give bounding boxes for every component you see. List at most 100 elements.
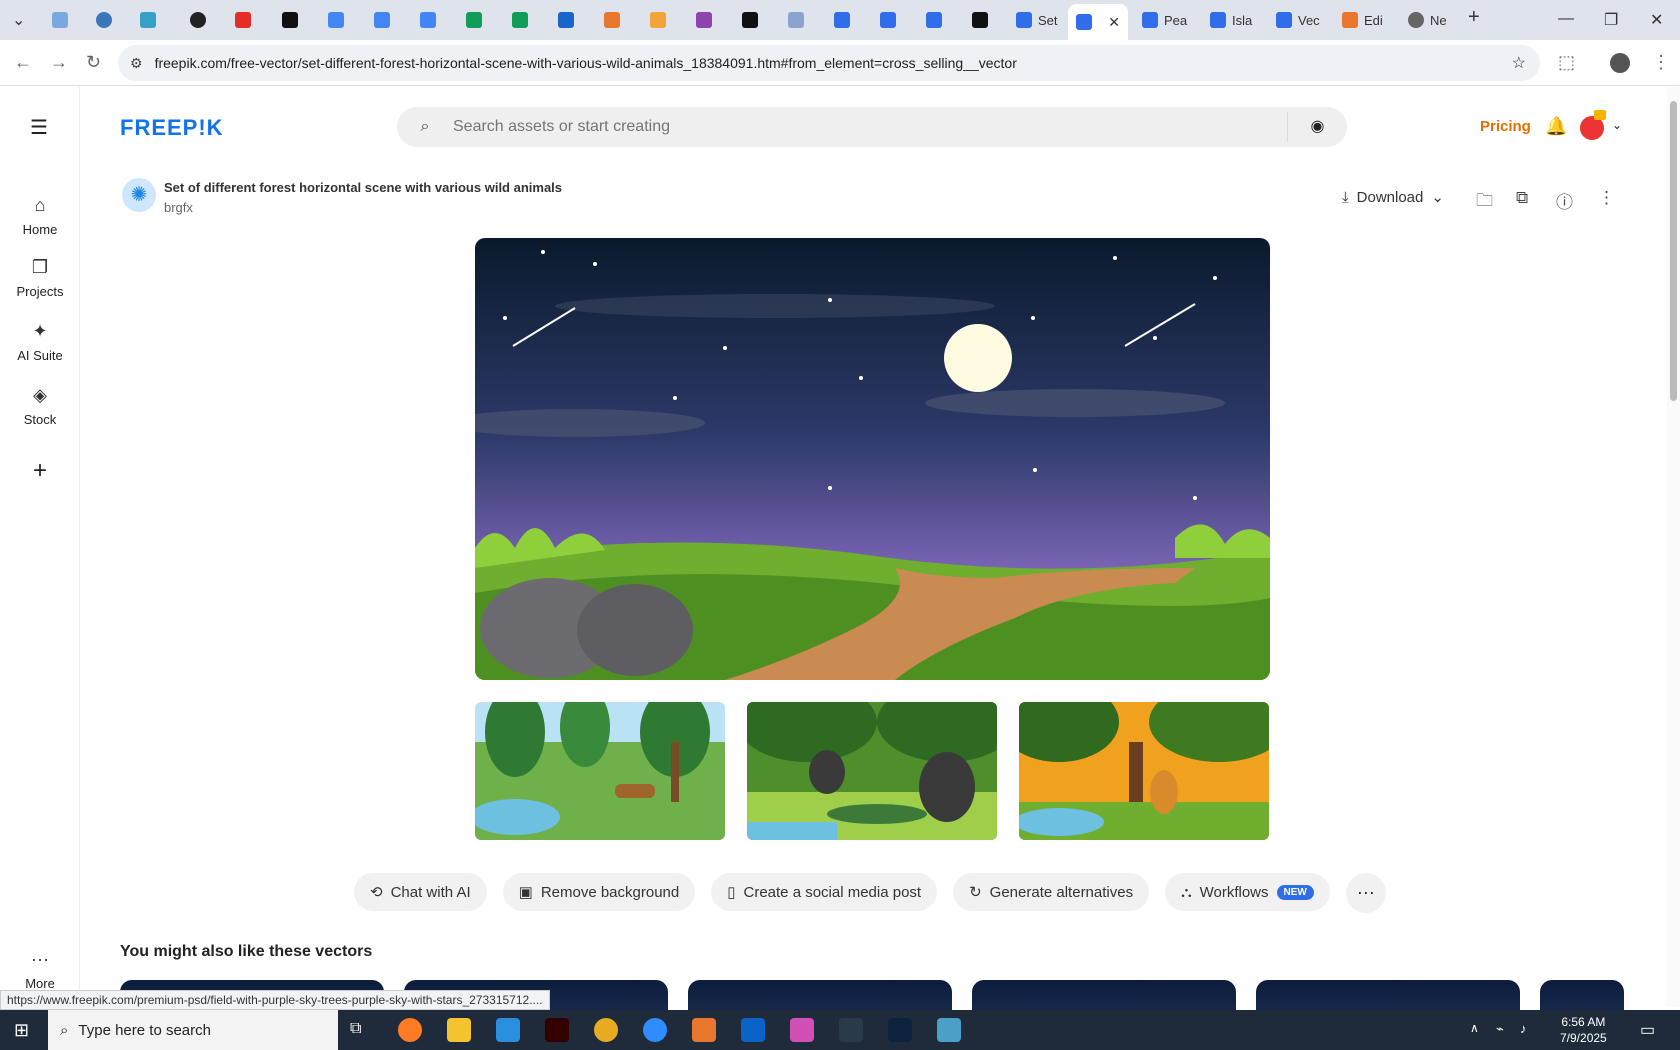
site-info-icon[interactable]: ⚙ bbox=[130, 55, 143, 72]
tab-ne[interactable]: Ne bbox=[1400, 6, 1455, 34]
tab-favicon[interactable] bbox=[696, 12, 712, 28]
tab-pea[interactable]: Pea bbox=[1134, 6, 1195, 34]
tab-favicon[interactable] bbox=[558, 12, 574, 28]
notification-bell-icon[interactable]: 🔔 bbox=[1545, 116, 1567, 137]
tray-chevron-icon[interactable]: ∧ bbox=[1470, 1021, 1479, 1035]
social-media-post-button[interactable]: ▯ Create a social media post bbox=[711, 873, 938, 911]
generate-alternatives-button[interactable]: ↻ Generate alternatives bbox=[953, 873, 1150, 911]
more-actions-button[interactable]: ··· bbox=[1345, 873, 1386, 913]
download-button[interactable]: ⤓ Download ⌄ bbox=[1342, 188, 1444, 207]
tab-favicon[interactable] bbox=[96, 12, 112, 28]
app-icon[interactable] bbox=[937, 1018, 961, 1042]
workflows-button[interactable]: ⛬ Workflows NEW bbox=[1165, 873, 1330, 911]
tab-favicon[interactable] bbox=[880, 12, 896, 28]
add-button[interactable]: + bbox=[0, 457, 80, 485]
url-field[interactable]: ⚙ freepik.com/free-vector/set-different-… bbox=[118, 45, 1540, 81]
extensions-icon[interactable]: ⬚ bbox=[1558, 52, 1575, 73]
tab-favicon[interactable] bbox=[926, 12, 942, 28]
related-vector-card[interactable] bbox=[688, 980, 952, 1010]
docs-icon[interactable] bbox=[374, 12, 390, 28]
camera-search-icon[interactable]: ◉ bbox=[1287, 112, 1347, 142]
youtube-icon[interactable] bbox=[235, 12, 251, 28]
tab-isla[interactable]: Isla bbox=[1202, 6, 1260, 34]
windows-start-icon[interactable]: ⊞ bbox=[14, 1020, 29, 1041]
volume-icon[interactable]: ♪ bbox=[1520, 1021, 1527, 1036]
pricing-link[interactable]: Pricing bbox=[1480, 118, 1531, 135]
reload-icon[interactable]: ↻ bbox=[86, 52, 101, 73]
chat-with-ai-button[interactable]: ⟲ Chat with AI bbox=[354, 873, 487, 911]
nav-item-more[interactable]: ··· More bbox=[0, 949, 80, 991]
info-icon[interactable]: ⓘ bbox=[1556, 188, 1573, 213]
tab-favicon[interactable] bbox=[788, 12, 804, 28]
illustrator-icon[interactable] bbox=[545, 1018, 569, 1042]
thumbnail-sunset-forest[interactable] bbox=[1019, 702, 1269, 840]
vscode-icon[interactable] bbox=[496, 1018, 520, 1042]
sheets-icon[interactable] bbox=[466, 12, 482, 28]
photoshop-icon[interactable] bbox=[888, 1018, 912, 1042]
bookmark-star-icon[interactable]: ☆ bbox=[1512, 53, 1526, 73]
thumbnail-jungle-animals[interactable] bbox=[747, 702, 997, 840]
file-explorer-icon[interactable] bbox=[447, 1018, 471, 1042]
tab-favicon[interactable] bbox=[834, 12, 850, 28]
firefox-icon[interactable] bbox=[398, 1018, 422, 1042]
zoom-icon[interactable] bbox=[643, 1018, 667, 1042]
related-vector-card[interactable] bbox=[972, 980, 1236, 1010]
close-window-icon[interactable]: ✕ bbox=[1650, 10, 1663, 30]
nav-item-projects[interactable]: ❐ Projects bbox=[0, 257, 80, 299]
search-input[interactable] bbox=[453, 118, 1273, 136]
tab-favicon[interactable] bbox=[650, 12, 666, 28]
tab-favicon[interactable] bbox=[972, 12, 988, 28]
scrollbar-thumb[interactable] bbox=[1670, 101, 1677, 401]
tab-favicon[interactable] bbox=[742, 12, 758, 28]
sheets-icon[interactable] bbox=[512, 12, 528, 28]
jungle-animals-illustration bbox=[747, 702, 997, 840]
profile-icon[interactable] bbox=[1610, 53, 1630, 73]
browser-menu-icon[interactable]: ⋮ bbox=[1652, 52, 1670, 73]
remove-background-button[interactable]: ▣ Remove background bbox=[502, 873, 696, 911]
tab-favicon[interactable] bbox=[140, 12, 156, 28]
taskbar-search[interactable]: ⌕ Type here to search bbox=[48, 1010, 338, 1050]
network-icon[interactable]: ⌁ bbox=[1496, 1021, 1504, 1037]
tab-favicon[interactable] bbox=[604, 12, 620, 28]
main-preview-image[interactable] bbox=[475, 238, 1270, 680]
tab-set[interactable]: Set bbox=[1008, 6, 1066, 34]
app-icon[interactable] bbox=[692, 1018, 716, 1042]
nav-item-home[interactable]: ⌂ Home bbox=[0, 195, 80, 237]
edit-image-icon[interactable]: ⧉ bbox=[1516, 188, 1528, 208]
nav-item-stock[interactable]: ◈ Stock bbox=[0, 385, 80, 427]
freepik-logo[interactable]: FREEP!K bbox=[120, 115, 224, 141]
new-tab-button[interactable]: + bbox=[1468, 6, 1480, 29]
back-icon[interactable]: ← bbox=[14, 52, 32, 73]
hamburger-menu-icon[interactable]: ☰ bbox=[30, 115, 48, 140]
notification-center-icon[interactable]: ▭ bbox=[1640, 1020, 1655, 1040]
task-view-icon[interactable]: ⧉ bbox=[350, 1020, 361, 1038]
related-vector-card[interactable] bbox=[1540, 980, 1624, 1010]
page-scrollbar[interactable] bbox=[1667, 87, 1680, 1007]
nav-item-ai-suite[interactable]: ✦ AI Suite bbox=[0, 321, 80, 363]
tab-vec[interactable]: Vec bbox=[1268, 6, 1328, 34]
chevron-down-icon[interactable]: ⌄ bbox=[1612, 118, 1622, 132]
pen-tool-icon[interactable] bbox=[839, 1018, 863, 1042]
restore-icon[interactable]: ❐ bbox=[1604, 10, 1618, 30]
docs-icon[interactable] bbox=[328, 12, 344, 28]
tab-edi[interactable]: Edi bbox=[1334, 6, 1391, 34]
tab-favicon[interactable] bbox=[190, 12, 206, 28]
tab-favicon[interactable] bbox=[282, 12, 298, 28]
forward-icon[interactable]: → bbox=[50, 52, 68, 73]
close-tab-icon[interactable]: ✕ bbox=[1108, 14, 1120, 31]
related-vector-card[interactable] bbox=[1256, 980, 1520, 1010]
asset-author[interactable]: brgfx bbox=[164, 200, 193, 215]
taskbar-clock[interactable]: 6:56 AM 7/9/2025 bbox=[1560, 1014, 1607, 1046]
tab-favicon[interactable] bbox=[52, 12, 68, 28]
outlook-icon[interactable] bbox=[741, 1018, 765, 1042]
chrome-icon[interactable] bbox=[594, 1018, 618, 1042]
docs-icon[interactable] bbox=[420, 12, 436, 28]
author-avatar[interactable]: ✺ bbox=[122, 178, 156, 212]
add-to-collection-icon[interactable]: 🗀 bbox=[1476, 188, 1493, 217]
thumbnail-forest-pond[interactable] bbox=[475, 702, 725, 840]
creative-cloud-icon[interactable] bbox=[790, 1018, 814, 1042]
tab-active[interactable]: ✕ bbox=[1068, 4, 1128, 40]
more-options-icon[interactable]: ⋮ bbox=[1598, 188, 1615, 208]
minimize-icon[interactable]: — bbox=[1558, 10, 1574, 28]
tab-search-icon[interactable]: ⌄ bbox=[12, 10, 25, 30]
